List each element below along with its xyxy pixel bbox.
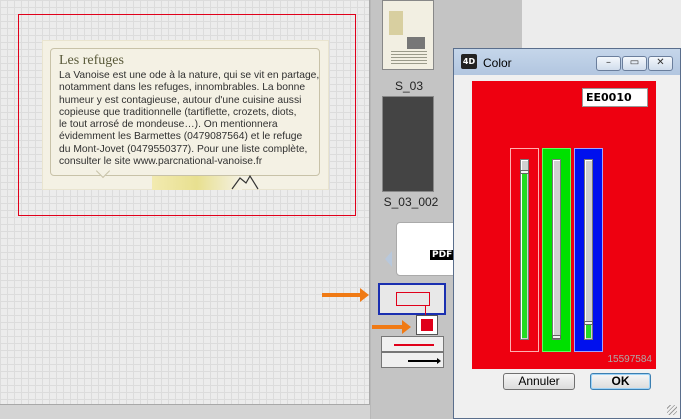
fill-style-tool[interactable]	[378, 283, 446, 315]
green-channel[interactable]	[542, 148, 571, 352]
red-channel[interactable]	[510, 148, 539, 352]
arrow-head-icon	[437, 358, 441, 364]
yellow-highlight	[152, 176, 242, 190]
blue-slider-track[interactable]	[584, 159, 593, 340]
minimize-button[interactable]: –	[596, 56, 621, 71]
cancel-button[interactable]: Annuler	[503, 373, 575, 390]
thumbnail-figure	[389, 11, 403, 35]
color-chip-swatch	[421, 319, 433, 331]
thumbnail-scroll-area	[453, 0, 522, 48]
blue-slider-fill	[586, 324, 591, 338]
arrow-style-tool[interactable]	[381, 352, 444, 368]
pdf-badge: PDF	[430, 250, 455, 260]
thumbnail-figure	[407, 37, 425, 49]
fill-preview	[396, 292, 430, 306]
close-button[interactable]: ✕	[648, 56, 673, 71]
horizontal-scrollbar[interactable]	[0, 404, 370, 419]
blue-channel[interactable]	[574, 148, 603, 352]
green-slider-thumb[interactable]	[552, 335, 561, 339]
thumbnail-pdf[interactable]	[396, 222, 456, 276]
thumbnail-label: S_03	[394, 79, 424, 93]
green-slider-track[interactable]	[552, 159, 561, 340]
blue-slider-thumb[interactable]	[584, 321, 593, 325]
color-numeric-value: 15597584	[607, 354, 653, 365]
article-image[interactable]: Les refuges La Vanoise est une ode à la …	[42, 40, 329, 190]
thumbnail-label: S_03_002	[383, 195, 439, 209]
thumbnail-s03[interactable]	[382, 0, 434, 70]
color-chip-button[interactable]	[416, 315, 438, 335]
article-body: La Vanoise est une ode à la nature, qui …	[59, 70, 320, 168]
red-slider-fill	[522, 173, 527, 338]
4d-logo-icon: 4D	[461, 54, 477, 69]
red-slider-thumb[interactable]	[520, 170, 529, 174]
resize-grip-icon[interactable]	[667, 405, 677, 415]
thumbnail-s03-002[interactable]	[382, 96, 434, 192]
red-slider-track[interactable]	[520, 159, 529, 340]
article-title: Les refuges	[59, 53, 124, 68]
triangle-left-icon[interactable]	[385, 251, 392, 267]
color-preview-panel: EE0010 15597584	[472, 81, 656, 369]
orange-arrow-icon	[372, 320, 411, 334]
arrow-preview-line	[408, 360, 438, 362]
sketch-illustration	[231, 174, 259, 190]
layout-canvas[interactable]: Les refuges La Vanoise est une ode à la …	[0, 0, 370, 404]
ok-button[interactable]: OK	[590, 373, 651, 390]
dialog-title: Color	[483, 56, 512, 70]
dialog-titlebar[interactable]: 4D Color – ▭ ✕	[454, 49, 680, 75]
maximize-button[interactable]: ▭	[622, 56, 647, 71]
thumbnail-text-lines	[391, 51, 427, 65]
hex-color-field[interactable]: EE0010	[582, 88, 648, 107]
line-style-tool[interactable]	[381, 336, 444, 352]
color-dialog: 4D Color – ▭ ✕ EE0010 15597584 Annuler O…	[453, 48, 681, 419]
orange-arrow-icon	[322, 288, 369, 302]
line-preview	[394, 344, 434, 346]
